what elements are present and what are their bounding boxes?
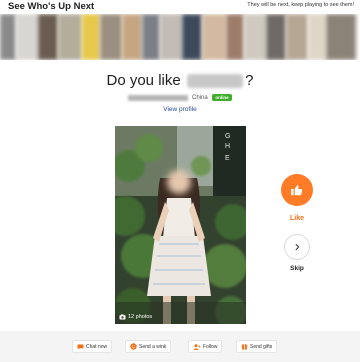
bottom-action-bar: Chat now Send a wink Follow Send gifts xyxy=(0,331,360,362)
view-profile-link[interactable]: View profile xyxy=(0,106,360,113)
thumbs-up-icon xyxy=(291,185,303,196)
camera-icon xyxy=(119,314,126,320)
svg-text:G: G xyxy=(225,133,230,140)
skip-button[interactable] xyxy=(284,234,310,260)
send-gifts-label: Send gifts xyxy=(250,343,273,350)
profile-photo[interactable]: G H E 12 photos xyxy=(115,126,246,324)
profile-thumbnail xyxy=(100,14,122,60)
like-label: Like xyxy=(289,215,304,222)
profile-thumbnail xyxy=(142,14,160,60)
skip-label: Skip xyxy=(290,265,304,272)
chevron-right-icon xyxy=(295,243,300,251)
chat-now-button[interactable]: Chat now xyxy=(72,340,113,353)
profile-thumbnail xyxy=(38,14,58,60)
profile-thumbnail xyxy=(266,14,286,60)
profile-thumbnail xyxy=(122,14,142,60)
profile-thumbnail xyxy=(0,14,16,60)
profile-thumbnail xyxy=(326,14,356,60)
profile-thumbnail xyxy=(182,14,202,60)
svg-text:H: H xyxy=(225,143,230,150)
profile-thumbnail xyxy=(308,14,326,60)
follow-label: Follow xyxy=(203,343,218,350)
profile-info: China online xyxy=(0,94,360,101)
add-user-icon xyxy=(193,343,201,350)
follow-button[interactable]: Follow xyxy=(188,340,223,353)
profile-thumbnail xyxy=(160,14,182,60)
gift-icon xyxy=(241,344,248,350)
profile-thumbnail xyxy=(244,14,266,60)
send-wink-label: Send a wink xyxy=(139,343,167,350)
send-wink-button[interactable]: Send a wink xyxy=(125,340,172,353)
photo-count-label: 12 photos xyxy=(128,314,153,320)
profile-thumbnail xyxy=(286,14,308,60)
profile-thumbnail xyxy=(58,14,82,60)
location-text: China xyxy=(192,94,208,101)
profile-thumbnail xyxy=(16,14,38,60)
blurred-details xyxy=(128,94,189,101)
question-text: Do you like xyxy=(106,72,181,90)
top-bar: See Who's Up Next They will be next, kee… xyxy=(0,0,360,14)
photo-count: 12 photos xyxy=(119,314,152,320)
profile-thumbnail xyxy=(202,14,226,60)
profile-thumbnail xyxy=(226,14,244,60)
like-button[interactable] xyxy=(281,174,313,206)
profile-thumbnail xyxy=(82,14,100,60)
chat-now-label: Chat now xyxy=(86,343,108,350)
wink-icon xyxy=(130,343,137,350)
question-mark: ? xyxy=(245,72,254,90)
svg-text:E: E xyxy=(225,155,230,162)
send-gifts-button[interactable]: Send gifts xyxy=(236,340,278,353)
upcoming-profiles-strip xyxy=(0,14,360,60)
chat-bubble-icon xyxy=(77,344,84,349)
section-title: See Who's Up Next xyxy=(8,1,95,12)
blurred-name xyxy=(187,73,244,88)
photo-illustration: G H E xyxy=(115,126,246,324)
question-row: Do you like ? xyxy=(0,72,360,90)
online-badge: online xyxy=(212,94,232,101)
section-note: They will be next, keep playing to see t… xyxy=(247,2,354,8)
